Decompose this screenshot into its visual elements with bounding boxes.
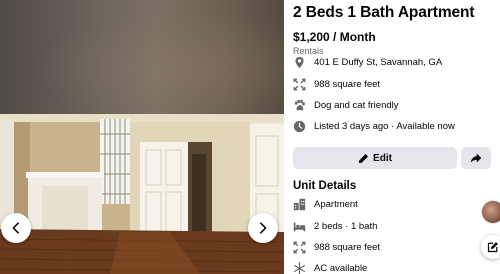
ac-availability: AC available xyxy=(314,262,368,274)
unit-type: Apartment xyxy=(314,198,358,210)
address-row[interactable]: 401 E Duffy St, Savannah, GA xyxy=(293,54,442,70)
listing-price: $1,200 / Month xyxy=(293,30,376,44)
unit-size: 988 square feet xyxy=(314,241,381,253)
share-button[interactable] xyxy=(461,147,491,169)
next-photo-button[interactable] xyxy=(248,213,278,243)
listing-photo xyxy=(0,114,284,274)
ac-row: AC available xyxy=(293,260,367,274)
snowflake-icon xyxy=(293,261,306,274)
rooms-row: 2 beds · 1 bath xyxy=(293,218,377,234)
building-icon xyxy=(293,198,306,211)
pets-row: Dog and cat friendly xyxy=(293,97,399,113)
unit-details-heading: Unit Details xyxy=(293,180,357,192)
size-row: 988 square feet xyxy=(293,76,380,92)
chevron-right-icon xyxy=(260,222,267,234)
unit-size-row: 988 square feet xyxy=(293,239,380,255)
unit-rooms: 2 beds · 1 bath xyxy=(314,220,378,232)
expand-icon xyxy=(293,241,306,254)
clock-icon xyxy=(293,120,306,133)
edit-button-label: Edit xyxy=(373,152,392,164)
pets-policy: Dog and cat friendly xyxy=(314,99,399,111)
listing-photo-viewer[interactable] xyxy=(0,0,284,274)
pencil-icon xyxy=(359,153,369,163)
compose-icon xyxy=(487,242,498,253)
edit-button[interactable]: Edit xyxy=(293,147,457,169)
unit-type-row: Apartment xyxy=(293,196,358,212)
chevron-left-icon xyxy=(12,222,19,234)
new-message-button[interactable] xyxy=(481,235,500,259)
chat-avatar[interactable] xyxy=(481,200,500,224)
paw-icon xyxy=(293,99,306,112)
listing-size: 988 square feet xyxy=(314,78,381,90)
listing-address: 401 E Duffy St, Savannah, GA xyxy=(314,56,443,68)
expand-icon xyxy=(293,78,306,91)
listed-time: Listed 3 days ago · Available now xyxy=(314,120,455,132)
listing-detail-panel: 2 Beds 1 Bath Apartment $1,200 / Month R… xyxy=(284,0,500,274)
blurred-photo-background xyxy=(0,0,284,114)
listed-row: Listed 3 days ago · Available now xyxy=(293,118,455,134)
bed-icon xyxy=(293,220,306,233)
share-arrow-icon xyxy=(470,153,482,163)
listing-title: 2 Beds 1 Bath Apartment xyxy=(293,4,475,21)
previous-photo-button[interactable] xyxy=(1,213,31,243)
location-pin-icon xyxy=(293,56,306,69)
